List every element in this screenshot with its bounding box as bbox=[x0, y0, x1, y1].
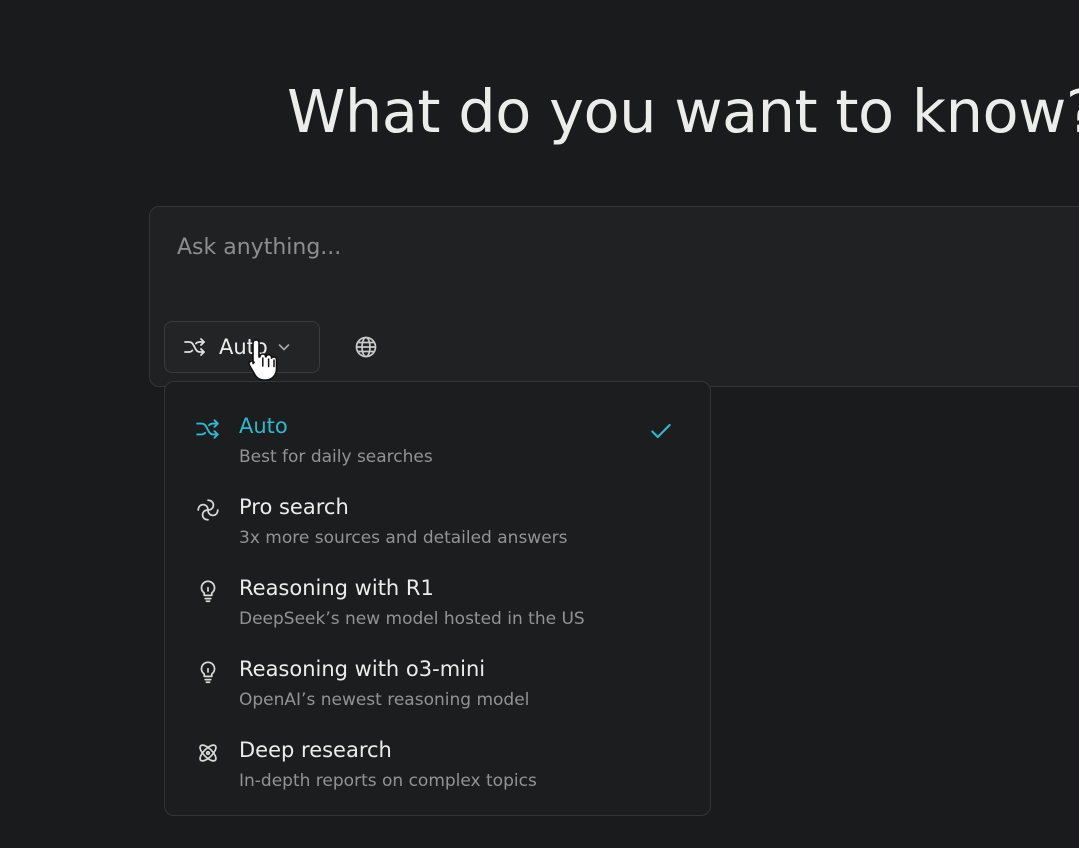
option-title: Auto bbox=[239, 414, 288, 438]
option-title: Deep research bbox=[239, 738, 392, 762]
lightbulb-icon bbox=[200, 661, 216, 684]
mode-selector-button[interactable]: Auto bbox=[164, 321, 320, 373]
mode-option-deep-research[interactable]: Deep research In-depth reports on comple… bbox=[165, 726, 710, 804]
search-input[interactable] bbox=[177, 229, 1037, 265]
option-description: In-depth reports on complex topics bbox=[239, 771, 537, 791]
pointer-hand-cursor-icon bbox=[248, 339, 278, 381]
page-title: What do you want to know? bbox=[287, 77, 1079, 146]
mode-option-reasoning-r1[interactable]: Reasoning with R1 DeepSeek’s new model h… bbox=[165, 564, 710, 642]
mode-option-pro-search[interactable]: Pro search 3x more sources and detailed … bbox=[165, 483, 710, 561]
option-title: Reasoning with o3-mini bbox=[239, 657, 486, 681]
pro-search-icon bbox=[197, 499, 219, 521]
lightbulb-icon bbox=[200, 580, 216, 603]
option-description: Best for daily searches bbox=[239, 447, 433, 467]
globe-button[interactable] bbox=[350, 331, 382, 363]
option-title: Reasoning with R1 bbox=[239, 576, 434, 600]
atom-icon bbox=[199, 744, 217, 762]
option-title: Pro search bbox=[239, 495, 349, 519]
shuffle-icon bbox=[196, 419, 219, 439]
option-description: OpenAI’s newest reasoning model bbox=[239, 690, 530, 710]
mode-dropdown-menu: Auto Best for daily searches Pro search … bbox=[164, 381, 711, 816]
option-description: 3x more sources and detailed answers bbox=[239, 528, 568, 548]
mode-option-auto[interactable]: Auto Best for daily searches bbox=[165, 402, 710, 480]
globe-icon bbox=[355, 336, 377, 358]
search-box[interactable]: Auto bbox=[149, 206, 1079, 387]
mode-option-reasoning-o3-mini[interactable]: Reasoning with o3-mini OpenAI’s newest r… bbox=[165, 645, 710, 723]
checkmark-icon bbox=[651, 423, 671, 439]
shuffle-icon bbox=[184, 338, 205, 356]
option-description: DeepSeek’s new model hosted in the US bbox=[239, 609, 585, 629]
